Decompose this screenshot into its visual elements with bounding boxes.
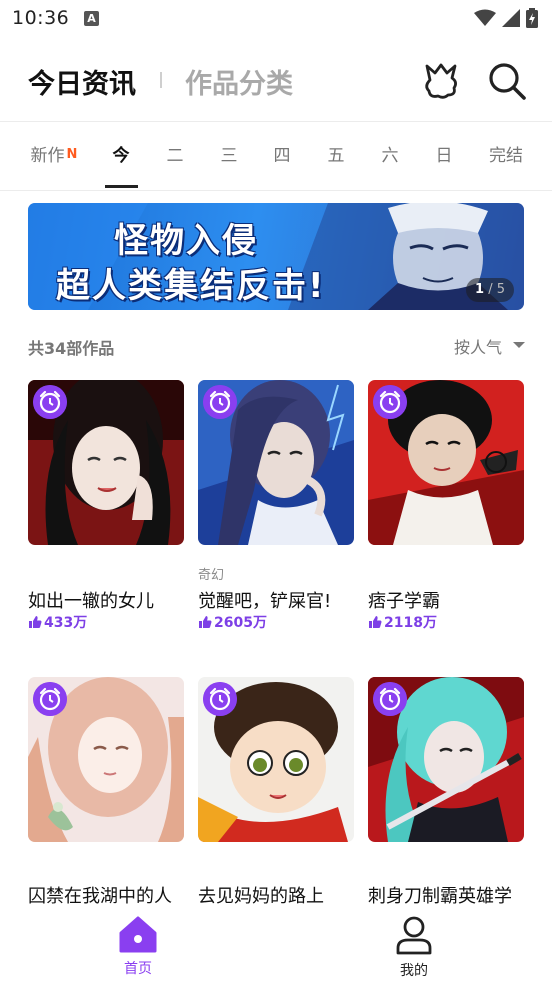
banner-pager: 1 / 5 bbox=[466, 278, 514, 302]
tab-today[interactable]: 今 bbox=[104, 122, 138, 191]
alarm-clock-icon bbox=[203, 385, 237, 419]
alarm-clock-icon bbox=[203, 682, 237, 716]
search-icon[interactable] bbox=[486, 60, 528, 102]
works-count: 共34部作品 bbox=[28, 339, 115, 358]
tab-friday[interactable]: 五 bbox=[319, 122, 353, 191]
comic-cover[interactable] bbox=[198, 677, 354, 842]
tab-new[interactable]: 新作 N bbox=[28, 122, 80, 191]
thumbs-up-icon bbox=[29, 616, 42, 628]
tab-completed[interactable]: 完结 bbox=[485, 122, 527, 191]
status-time: 10:36 bbox=[12, 7, 70, 29]
alarm-clock-icon bbox=[373, 682, 407, 716]
tab-saturday[interactable]: 六 bbox=[373, 122, 407, 191]
comic-cover[interactable] bbox=[368, 677, 524, 842]
home-icon bbox=[119, 916, 157, 953]
status-icons bbox=[474, 8, 538, 28]
comic-title: 如出一辙的女儿 bbox=[28, 591, 154, 612]
alarm-clock-icon bbox=[373, 385, 407, 419]
thumbs-up-icon bbox=[199, 616, 212, 628]
comic-cover[interactable] bbox=[28, 677, 184, 842]
user-icon bbox=[396, 916, 432, 955]
nav-home-label: 首页 bbox=[124, 961, 152, 977]
comic-cover[interactable] bbox=[198, 380, 354, 545]
sort-dropdown[interactable]: 按人气 bbox=[454, 334, 502, 358]
tab-tuesday[interactable]: 二 bbox=[158, 122, 192, 191]
nav-me[interactable]: 我的 bbox=[382, 915, 446, 980]
notification-icon: A bbox=[84, 11, 99, 26]
like-count-value: 2605万 bbox=[214, 615, 267, 631]
chevron-down-icon[interactable] bbox=[513, 342, 525, 348]
comic-title: 囚禁在我湖中的人 bbox=[28, 886, 172, 907]
comic-title: 去见妈妈的路上 bbox=[198, 886, 324, 907]
banner-headline-1: 怪物入侵 bbox=[114, 221, 258, 261]
tab-sunday[interactable]: 日 bbox=[427, 122, 461, 191]
comic-cover[interactable] bbox=[28, 380, 184, 545]
thumbs-up-icon bbox=[369, 616, 382, 628]
alarm-clock-icon bbox=[33, 682, 67, 716]
like-count: 2605万 bbox=[198, 612, 267, 632]
promo-banner[interactable]: 怪物入侵 超人类集结反击! 1 / 5 bbox=[28, 203, 524, 310]
day-tabs: 新作 N 今 二 三 四 五 六 日 完结 bbox=[0, 122, 552, 191]
comic-title: 觉醒吧，铲屎官! bbox=[198, 591, 332, 612]
tab-thursday[interactable]: 四 bbox=[265, 122, 299, 191]
comic-title: 刺身刀制霸英雄学 bbox=[368, 886, 512, 907]
bottom-nav: 首页 我的 bbox=[0, 910, 552, 983]
crown-badge-icon[interactable] bbox=[421, 61, 461, 101]
pager-total: / 5 bbox=[488, 282, 505, 297]
pager-current: 1 bbox=[475, 282, 485, 297]
comic-title: 痞子学霸 bbox=[368, 591, 440, 612]
battery-icon bbox=[526, 8, 538, 28]
genre-label: 奇幻 bbox=[198, 568, 225, 583]
nav-home[interactable]: 首页 bbox=[106, 915, 170, 978]
tab-new-label: 新作 bbox=[30, 146, 65, 166]
app-header: 今日资讯 作品分类 bbox=[0, 40, 552, 122]
new-badge: N bbox=[66, 147, 78, 162]
like-count: 433万 bbox=[28, 612, 87, 632]
tab-daily-news[interactable]: 今日资讯 bbox=[28, 62, 136, 101]
banner-headline-2: 超人类集结反击! bbox=[56, 266, 326, 306]
alarm-clock-icon bbox=[33, 385, 67, 419]
header-divider bbox=[160, 72, 162, 88]
comic-cover[interactable] bbox=[368, 380, 524, 545]
like-count-value: 433万 bbox=[44, 615, 88, 631]
tab-categories[interactable]: 作品分类 bbox=[185, 62, 293, 101]
like-count: 2118万 bbox=[368, 612, 437, 632]
signal-icon bbox=[502, 9, 520, 27]
active-tab-indicator bbox=[105, 185, 138, 188]
tab-wednesday[interactable]: 三 bbox=[212, 122, 246, 191]
nav-me-label: 我的 bbox=[400, 963, 428, 979]
status-bar: 10:36 A bbox=[0, 0, 552, 40]
like-count-value: 2118万 bbox=[384, 615, 437, 631]
wifi-icon bbox=[474, 9, 496, 26]
